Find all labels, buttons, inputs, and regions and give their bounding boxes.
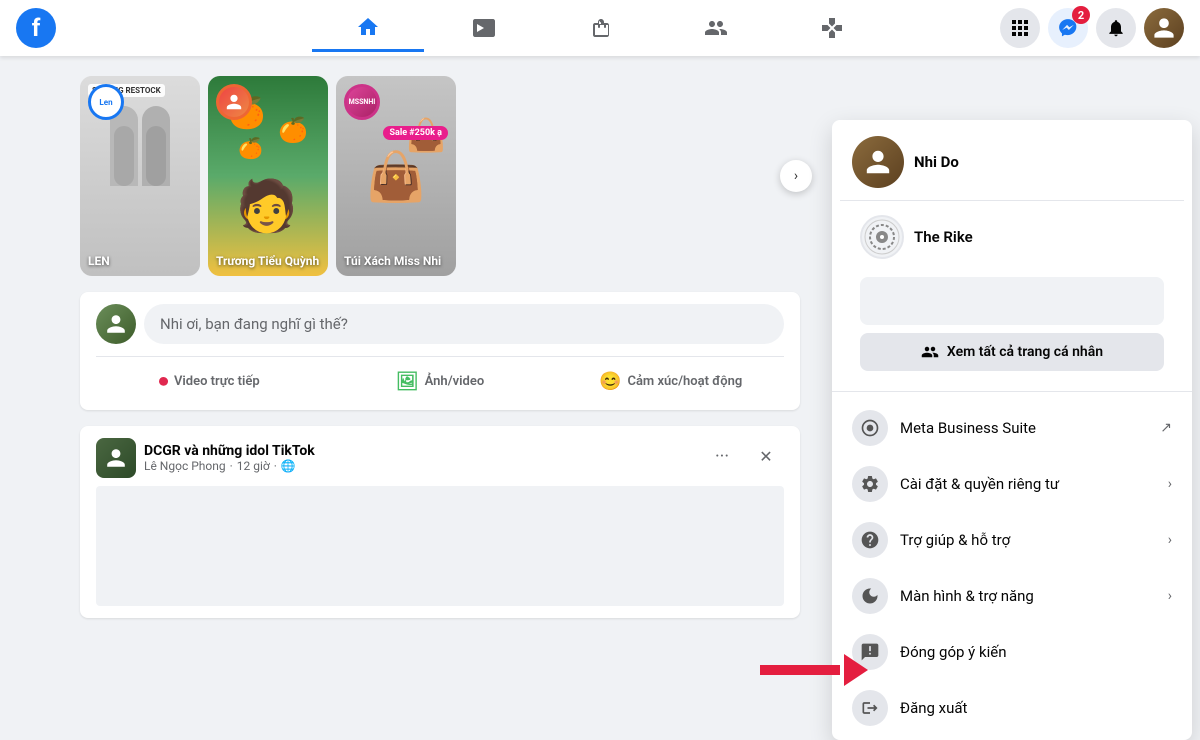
panel-menu-item-3-left: Màn hình & trợ năng	[852, 578, 1034, 614]
messenger-button[interactable]: 2	[1048, 8, 1088, 48]
post-header-left: DCGR và những idol TikTok Lê Ngọc Phong …	[96, 438, 315, 478]
story-avatar-missnhi: MSSNHI	[344, 84, 380, 120]
user-avatar-nav[interactable]	[1144, 8, 1184, 48]
panel-menu-item-5-left: Đăng xuất	[852, 690, 967, 726]
panel-menu-icon-1	[852, 466, 888, 502]
post-header: DCGR và những idol TikTok Lê Ngọc Phong …	[96, 438, 784, 478]
panel-menu-item-5[interactable]: Đăng xuất	[840, 680, 1184, 736]
panel-user-profile-item[interactable]: Nhi Do	[840, 128, 1184, 196]
arrow-head	[844, 654, 868, 686]
story-len[interactable]: SELLING RESTOCK Len LEN	[80, 76, 200, 276]
top-navigation: f 2	[0, 0, 1200, 56]
panel-view-all-button[interactable]: Xem tất cả trang cá nhân	[860, 333, 1164, 371]
panel-menu-item-2[interactable]: Trợ giúp & hỗ trợ ›	[840, 512, 1184, 568]
panel-menu-label-3: Màn hình & trợ năng	[900, 587, 1034, 605]
story-avatar-truong	[216, 84, 252, 120]
chevron-icon-3: ›	[1168, 588, 1172, 604]
panel-menu-label-0: Meta Business Suite	[900, 419, 1036, 437]
panel-menu-label-5: Đăng xuất	[900, 699, 967, 717]
globe-icon: 🌐	[281, 459, 296, 473]
nav-home[interactable]	[312, 4, 424, 52]
center-feed: SELLING RESTOCK Len LEN 🧑 🍊 🍊 🍊 Trương T…	[60, 56, 800, 675]
composer-top: Nhi ơi, bạn đang nghĩ gì thế?	[96, 304, 784, 344]
panel-menu-icon-2	[852, 522, 888, 558]
nav-video[interactable]	[428, 4, 540, 52]
photo-icon: 🖼	[396, 371, 419, 392]
panel-menu-label-1: Cài đặt & quyền riêng tư	[900, 475, 1059, 493]
composer-actions: ⏺ Video trực tiếp 🖼 Ảnh/video 😊 Cảm xúc/…	[96, 356, 784, 398]
story-avatar-len: Len	[88, 84, 124, 120]
post-card: DCGR và những idol TikTok Lê Ngọc Phong …	[80, 426, 800, 618]
story-truong[interactable]: 🧑 🍊 🍊 🍊 Trương Tiểu Quỳnh	[208, 76, 328, 276]
panel-menu-icon-5	[852, 690, 888, 726]
chevron-icon-2: ›	[1168, 532, 1172, 548]
panel-menu-item-2-left: Trợ giúp & hỗ trợ	[852, 522, 1010, 558]
panel-menu-label-2: Trợ giúp & hỗ trợ	[900, 531, 1010, 549]
story-sale-badge: Sale #250k ạ	[383, 126, 448, 140]
panel-menu-item-1[interactable]: Cài đặt & quyền riêng tư ›	[840, 456, 1184, 512]
post-composer: Nhi ơi, bạn đang nghĩ gì thế? ⏺ Video tr…	[80, 292, 800, 410]
stories-next-button[interactable]: ›	[780, 160, 812, 192]
post-page-name[interactable]: DCGR và những idol TikTok	[144, 443, 315, 459]
panel-divider-2	[832, 391, 1192, 392]
grid-menu-button[interactable]	[1000, 8, 1040, 48]
arrow-body	[760, 665, 840, 675]
panel-menu-label-4: Đóng góp ý kiến	[900, 643, 1006, 661]
photo-video-button[interactable]: 🖼 Ảnh/video	[327, 365, 554, 398]
stories-row: SELLING RESTOCK Len LEN 🧑 🍊 🍊 🍊 Trương T…	[80, 76, 800, 276]
notifications-button[interactable]	[1096, 8, 1136, 48]
panel-menu-item-4-left: Đóng góp ý kiến	[852, 634, 1006, 670]
panel-view-all-label: Xem tất cả trang cá nhân	[947, 344, 1103, 360]
story-label-truong: Trương Tiểu Quỳnh	[216, 254, 320, 268]
external-link-icon: ↗	[1160, 420, 1172, 436]
arrow-indicator	[760, 654, 868, 686]
story-label-missnhi: Túi Xách Miss Nhi	[344, 254, 448, 268]
panel-menu-item-4[interactable]: Đóng góp ý kiến	[840, 624, 1184, 680]
live-video-button[interactable]: ⏺ Video trực tiếp	[96, 365, 323, 398]
messenger-badge: 2	[1072, 6, 1090, 24]
panel-menu-item-0-left: Meta Business Suite	[852, 410, 1036, 446]
story-missnhi[interactable]: 👜 👜 MSSNHI Sale #250k ạ Túi Xách Miss Nh…	[336, 76, 456, 276]
left-sidebar	[0, 56, 60, 675]
post-close-button[interactable]: ✕	[748, 438, 784, 474]
panel-profile-section: Nhi Do The Rike Xem tất cả trang cá nhân	[832, 120, 1192, 387]
panel-rike-item[interactable]: The Rike	[840, 205, 1184, 269]
post-page-avatar[interactable]	[96, 438, 136, 478]
emoji-icon: 😊	[599, 371, 621, 392]
panel-menu-icon-0	[852, 410, 888, 446]
panel-menu-section: Meta Business Suite ↗ Cài đặt & quyền ri…	[832, 396, 1192, 740]
nav-marketplace[interactable]	[544, 4, 656, 52]
panel-menu-item-3[interactable]: Màn hình & trợ năng ›	[840, 568, 1184, 624]
nav-logo-area: f	[16, 8, 216, 48]
right-dropdown-panel: Nhi Do The Rike Xem tất cả trang cá nhân	[832, 120, 1192, 740]
panel-divider-1	[840, 200, 1184, 201]
panel-rike-avatar	[860, 215, 904, 259]
nav-gaming[interactable]	[776, 4, 888, 52]
story-label-len: LEN	[88, 254, 192, 268]
panel-menu-icon-3	[852, 578, 888, 614]
live-video-icon: ⏺	[159, 371, 168, 392]
feeling-activity-button[interactable]: 😊 Cảm xúc/hoạt động	[557, 365, 784, 398]
chevron-icon-1: ›	[1168, 476, 1172, 492]
nav-right-actions: 2	[984, 8, 1184, 48]
facebook-logo[interactable]: f	[16, 8, 56, 48]
panel-menu-item-0[interactable]: Meta Business Suite ↗	[840, 400, 1184, 456]
post-info: DCGR và những idol TikTok Lê Ngọc Phong …	[144, 443, 315, 473]
panel-user-avatar	[852, 136, 904, 188]
post-more-button[interactable]: ···	[704, 438, 740, 474]
nav-groups[interactable]	[660, 4, 772, 52]
post-header-right: ··· ✕	[704, 438, 784, 474]
panel-rike-name: The Rike	[914, 228, 973, 246]
nav-center-icons	[216, 4, 984, 52]
panel-empty-box	[860, 277, 1164, 325]
post-input[interactable]: Nhi ơi, bạn đang nghĩ gì thế?	[144, 304, 784, 344]
post-meta: Lê Ngọc Phong · 12 giờ · 🌐	[144, 459, 315, 473]
composer-avatar	[96, 304, 136, 344]
panel-menu-item-1-left: Cài đặt & quyền riêng tư	[852, 466, 1059, 502]
post-content-area	[96, 486, 784, 606]
panel-user-name: Nhi Do	[914, 153, 959, 171]
